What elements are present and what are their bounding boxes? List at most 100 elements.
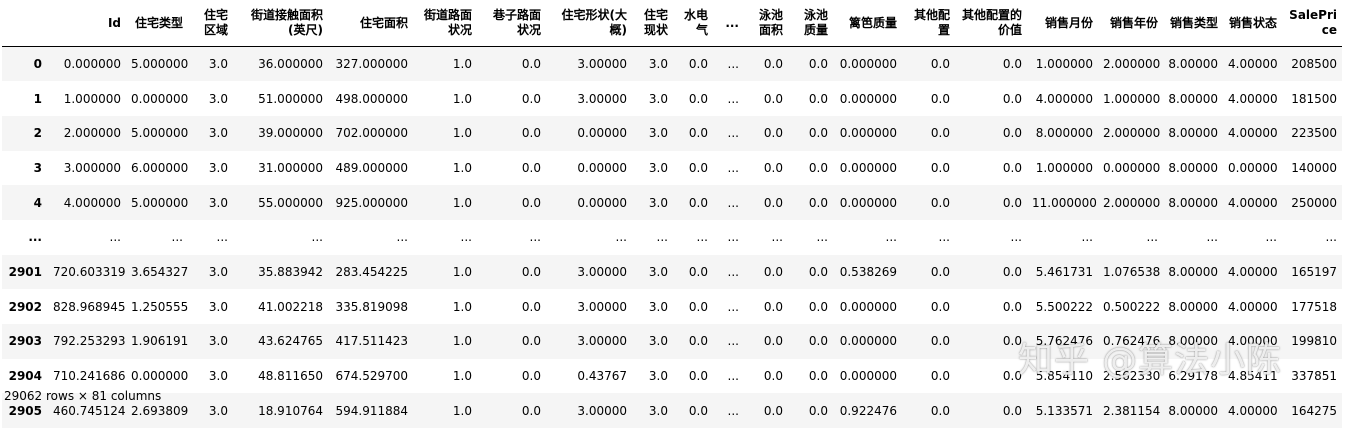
- table-cell: 0.0: [477, 151, 546, 186]
- table-cell: 0.0: [744, 393, 788, 428]
- table-cell: 0.0: [673, 359, 713, 394]
- table-cell: 4.00000: [1223, 324, 1282, 359]
- table-cell: 3.0: [632, 151, 673, 186]
- row-index: 2: [2, 116, 48, 151]
- table-cell: 0.0: [744, 81, 788, 116]
- column-header: 街道路面状况: [413, 0, 477, 47]
- table-row: 33.0000006.0000003.031.000000489.0000001…: [2, 151, 1342, 186]
- table-cell: 0.0: [744, 255, 788, 290]
- table-cell: 0.0: [673, 289, 713, 324]
- header-row: Id住宅类型住宅区域街道接触面积(英尺)住宅面积街道路面状况巷子路面状况住宅形状…: [2, 0, 1342, 47]
- row-index: 2901: [2, 255, 48, 290]
- table-cell: ...: [713, 393, 744, 428]
- table-cell: 0.0: [955, 393, 1027, 428]
- table-cell: 1.0: [413, 324, 477, 359]
- table-cell: 1.0: [413, 359, 477, 394]
- shape-summary: 29062 rows × 81 columns: [4, 389, 161, 403]
- table-cell: 4.00000: [1223, 185, 1282, 220]
- table-cell: 3.00000: [546, 47, 632, 82]
- table-cell: 0.000000: [833, 151, 902, 186]
- column-header: 销售年份: [1098, 0, 1163, 47]
- table-cell: 5.762476: [1027, 324, 1098, 359]
- table-cell: 3.0: [188, 185, 233, 220]
- table-cell: 0.00000: [546, 151, 632, 186]
- table-cell: 1.0: [413, 393, 477, 428]
- column-header: 水电气: [673, 0, 713, 47]
- table-cell: 1.0: [413, 255, 477, 290]
- table-cell: 1.0: [413, 289, 477, 324]
- table-cell: 3.0: [188, 289, 233, 324]
- column-header: 销售状态: [1223, 0, 1282, 47]
- table-cell: 0.0: [902, 116, 955, 151]
- table-cell: 3.00000: [546, 255, 632, 290]
- table-cell: 4.000000: [48, 185, 126, 220]
- table-cell: ...: [713, 81, 744, 116]
- table-cell: 0.0: [788, 185, 833, 220]
- table-cell: 31.000000: [233, 151, 328, 186]
- table-cell: 0.922476: [833, 393, 902, 428]
- table-cell: 5.500222: [1027, 289, 1098, 324]
- table-cell: 2.000000: [48, 116, 126, 151]
- table-cell: 0.0: [902, 81, 955, 116]
- table-cell: 48.811650: [233, 359, 328, 394]
- table-cell: 0.0: [955, 255, 1027, 290]
- table-cell: 0.0: [902, 151, 955, 186]
- table-cell: 55.000000: [233, 185, 328, 220]
- table-cell: 0.0: [673, 116, 713, 151]
- table-cell: 0.0: [744, 116, 788, 151]
- table-cell: ...: [188, 220, 233, 255]
- table-cell: 498.000000: [328, 81, 413, 116]
- table-cell: 0.0: [902, 185, 955, 220]
- table-row: 44.0000005.0000003.055.000000925.0000001…: [2, 185, 1342, 220]
- table-cell: 3.00000: [546, 81, 632, 116]
- table-cell: 0.00000: [546, 116, 632, 151]
- table-cell: 5.000000: [126, 185, 188, 220]
- table-cell: 0.0: [902, 47, 955, 82]
- table-cell: 417.511423: [328, 324, 413, 359]
- table-cell: 674.529700: [328, 359, 413, 394]
- column-header: 住宅面积: [328, 0, 413, 47]
- table-cell: 177518: [1282, 289, 1342, 324]
- table-cell: 0.0: [788, 255, 833, 290]
- table-cell: 0.0: [744, 47, 788, 82]
- table-cell: 51.000000: [233, 81, 328, 116]
- dataframe-table: Id住宅类型住宅区域街道接触面积(英尺)住宅面积街道路面状况巷子路面状况住宅形状…: [2, 0, 1342, 428]
- table-cell: 828.968945: [48, 289, 126, 324]
- table-cell: ...: [713, 324, 744, 359]
- table-cell: ...: [902, 220, 955, 255]
- table-cell: 335.819098: [328, 289, 413, 324]
- table-cell: ...: [713, 185, 744, 220]
- table-cell: 0.0: [955, 116, 1027, 151]
- table-cell: 164275: [1282, 393, 1342, 428]
- column-header: 巷子路面状况: [477, 0, 546, 47]
- table-cell: 199810: [1282, 324, 1342, 359]
- table-cell: 223500: [1282, 116, 1342, 151]
- table-cell: 3.0: [188, 151, 233, 186]
- table-cell: 0.0: [673, 47, 713, 82]
- table-cell: 0.000000: [48, 47, 126, 82]
- table-cell: 0.0: [673, 151, 713, 186]
- table-cell: 0.0: [744, 359, 788, 394]
- table-cell: 1.000000: [1027, 47, 1098, 82]
- table-cell: 0.43767: [546, 359, 632, 394]
- table-cell: 1.250555: [126, 289, 188, 324]
- table-cell: ...: [413, 220, 477, 255]
- table-cell: 8.00000: [1163, 393, 1223, 428]
- table-cell: 8.00000: [1163, 324, 1223, 359]
- table-cell: 3.0: [632, 47, 673, 82]
- table-cell: 0.000000: [833, 81, 902, 116]
- column-header: 其他配置: [902, 0, 955, 47]
- table-cell: ...: [744, 220, 788, 255]
- table-cell: 3.00000: [546, 324, 632, 359]
- table-cell: 11.000000: [1027, 185, 1098, 220]
- table-cell: 702.000000: [328, 116, 413, 151]
- table-cell: 0.0: [955, 81, 1027, 116]
- table-cell: 792.253293: [48, 324, 126, 359]
- table-cell: 1.0: [413, 116, 477, 151]
- table-row: 2903792.2532931.9061913.043.624765417.51…: [2, 324, 1342, 359]
- table-cell: 6.000000: [126, 151, 188, 186]
- table-cell: ...: [713, 255, 744, 290]
- table-cell: 4.000000: [1027, 81, 1098, 116]
- table-cell: 2.562330: [1098, 359, 1163, 394]
- table-row: 00.0000005.0000003.036.000000327.0000001…: [2, 47, 1342, 82]
